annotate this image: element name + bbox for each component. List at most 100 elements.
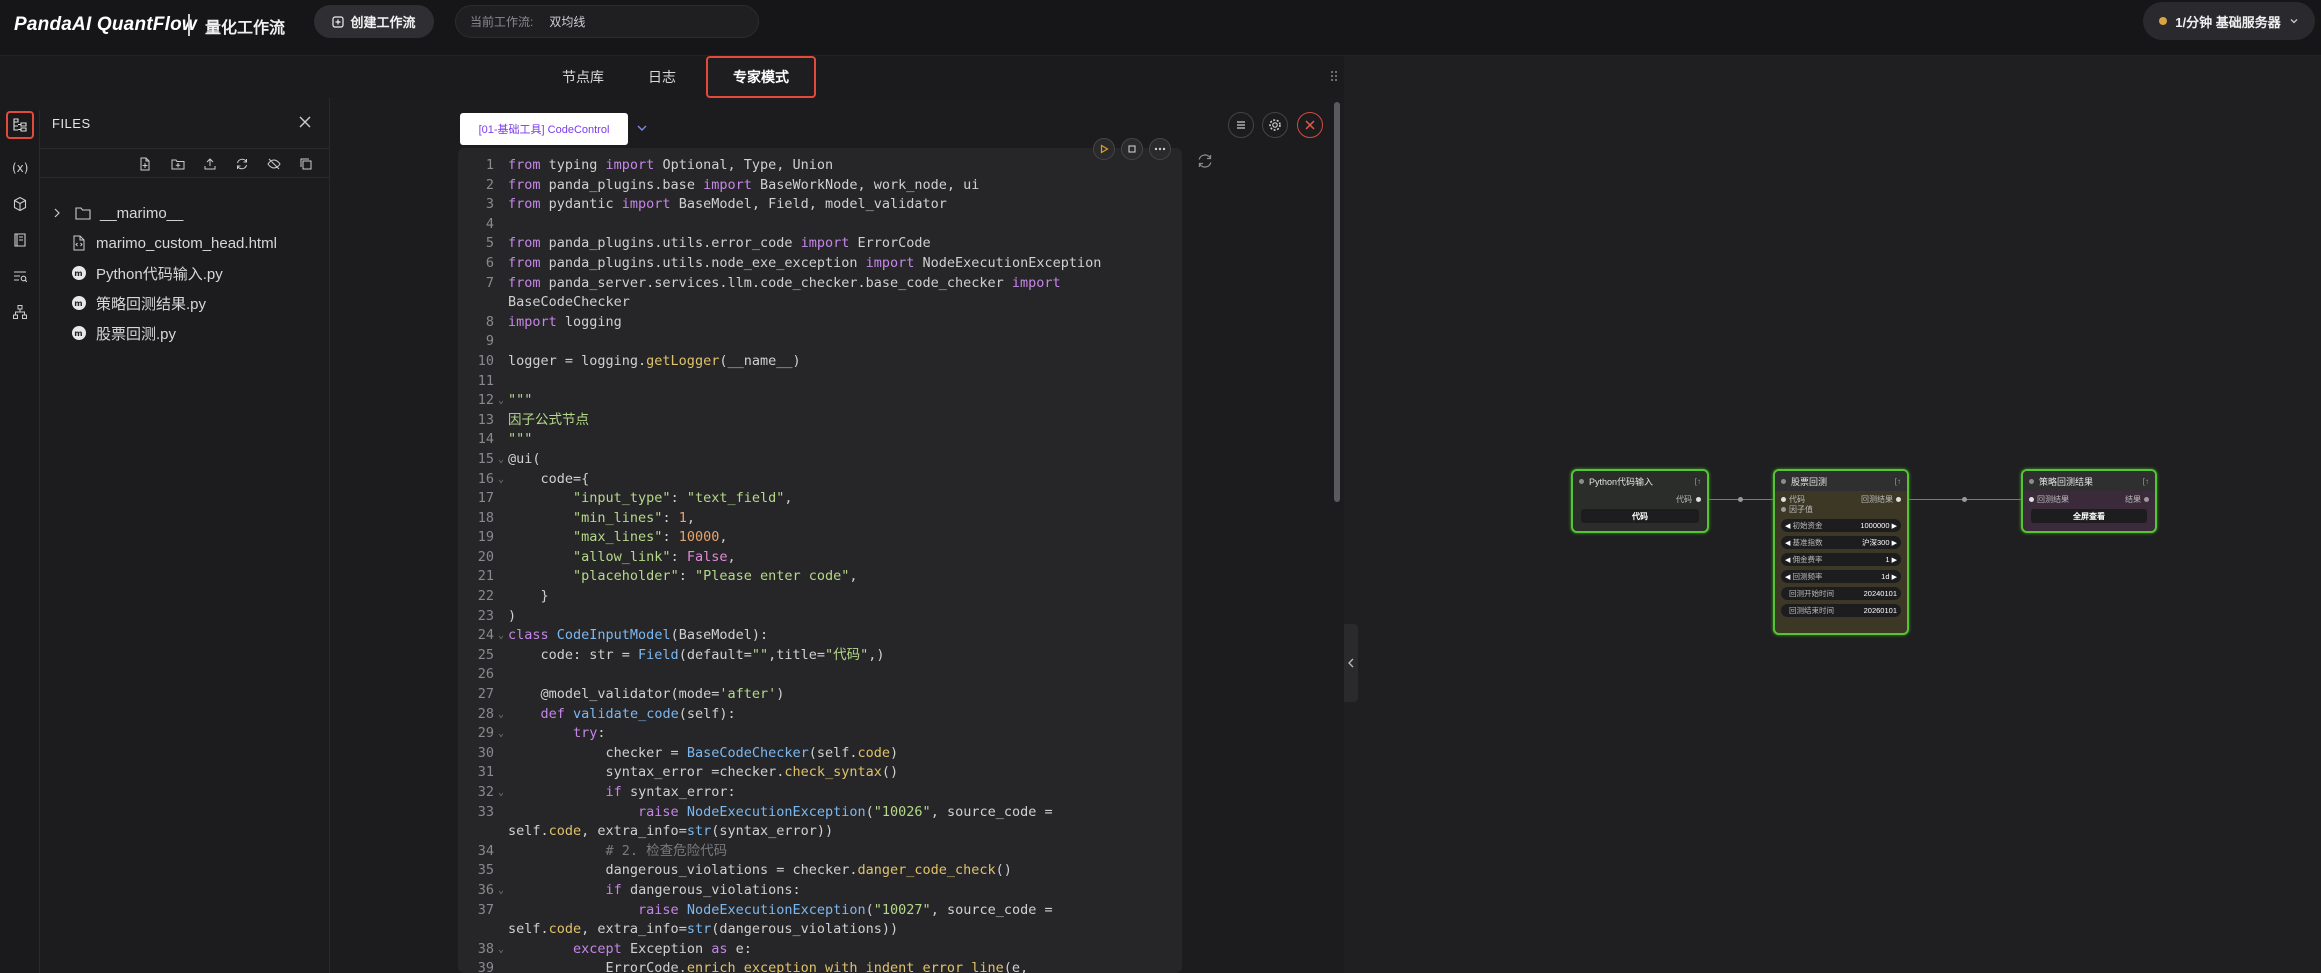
- param-initial-capital[interactable]: ◀ 初始资金 1000000 ▶: [1781, 519, 1901, 532]
- code-line[interactable]: 12 ⌄ """: [458, 391, 1182, 411]
- code-line[interactable]: 22 }: [458, 587, 1182, 607]
- port-dot[interactable]: [2029, 496, 2034, 502]
- code-line[interactable]: 30 checker = BaseCodeChecker(self.code): [458, 744, 1182, 764]
- package-icon[interactable]: [6, 190, 34, 218]
- list-item[interactable]: m 股票回测.py: [70, 319, 360, 347]
- code-line[interactable]: 21 "placeholder": "Please enter code",: [458, 567, 1182, 587]
- expand-icon[interactable]: [↑: [1695, 477, 1701, 486]
- code-line[interactable]: 32 ⌄ if syntax_error:: [458, 783, 1182, 803]
- param-benchmark[interactable]: ◀ 基准指数 沪深300 ▶: [1781, 536, 1901, 549]
- fold-chevron-icon[interactable]: ⌄: [494, 626, 508, 646]
- expand-icon[interactable]: [↑: [2143, 477, 2149, 486]
- fold-chevron-icon[interactable]: ⌄: [494, 450, 508, 470]
- port-dot[interactable]: [2144, 496, 2149, 502]
- code-line[interactable]: 29 ⌄ try:: [458, 724, 1182, 744]
- code-button[interactable]: 代码: [1581, 509, 1699, 523]
- node-header[interactable]: 股票回测 [↑: [1775, 471, 1907, 491]
- code-line[interactable]: 9: [458, 332, 1182, 352]
- code-line[interactable]: 8 import logging: [458, 313, 1182, 333]
- run-icon[interactable]: [1093, 138, 1115, 160]
- code-line[interactable]: 11: [458, 372, 1182, 392]
- code-line[interactable]: 24 ⌄ class CodeInputModel(BaseModel):: [458, 626, 1182, 646]
- port-dot[interactable]: [1781, 507, 1786, 512]
- param-end-date[interactable]: 回测结束时间 20260101: [1781, 604, 1901, 617]
- close-icon[interactable]: [299, 112, 311, 133]
- current-workflow-field[interactable]: 当前工作流: 双均线: [455, 5, 759, 38]
- arrow-left-icon[interactable]: ◀: [1785, 573, 1790, 581]
- code-line[interactable]: 7 from panda_server.services.llm.code_che…: [458, 274, 1182, 313]
- new-folder-icon[interactable]: [168, 154, 188, 174]
- code-line[interactable]: 27 @model_validator(mode='after'): [458, 685, 1182, 705]
- code-line[interactable]: 2 from panda_plugins.base import BaseWork…: [458, 176, 1182, 196]
- tab-node-library[interactable]: 节点库: [562, 67, 604, 87]
- code-line[interactable]: 38 ⌄ except Exception as e:: [458, 940, 1182, 960]
- server-selector[interactable]: 1/分钟 基础服务器: [2143, 2, 2315, 40]
- code-line[interactable]: 1 from typing import Optional, Type, Unio…: [458, 156, 1182, 176]
- param-start-date[interactable]: 回测开始时间 20240101: [1781, 587, 1901, 600]
- arrow-right-icon[interactable]: ▶: [1892, 522, 1897, 530]
- list-item[interactable]: m 策略回测结果.py: [70, 289, 360, 317]
- fullscreen-view-button[interactable]: 全屏查看: [2031, 509, 2147, 523]
- copy-icon[interactable]: [296, 154, 316, 174]
- variables-icon[interactable]: (x): [6, 154, 34, 182]
- output-port[interactable]: 代码: [1573, 491, 1707, 507]
- tab-expert-mode[interactable]: 专家模式: [706, 56, 816, 98]
- code-line[interactable]: 26: [458, 665, 1182, 685]
- list-item[interactable]: marimo_custom_head.html: [70, 229, 360, 257]
- code-line[interactable]: 17 "input_type": "text_field",: [458, 489, 1182, 509]
- fold-chevron-icon[interactable]: ⌄: [494, 705, 508, 725]
- factor-port[interactable]: 因子值: [1775, 504, 1907, 515]
- code-line[interactable]: 36 ⌄ if dangerous_violations:: [458, 881, 1182, 901]
- arrow-left-icon[interactable]: ◀: [1785, 539, 1790, 547]
- expand-icon[interactable]: [↑: [1895, 477, 1901, 486]
- code-line[interactable]: 28 ⌄ def validate_code(self):: [458, 705, 1182, 725]
- file-explorer-icon[interactable]: [6, 111, 34, 139]
- arrow-right-icon[interactable]: ▶: [1892, 556, 1897, 564]
- list-item[interactable]: m Python代码输入.py: [70, 259, 360, 287]
- node-header[interactable]: Python代码输入 [↑: [1573, 471, 1707, 491]
- tab-logs[interactable]: 日志: [648, 67, 676, 87]
- arrow-right-icon[interactable]: ▶: [1892, 539, 1897, 547]
- code-line[interactable]: 31 syntax_error =checker.check_syntax(): [458, 763, 1182, 783]
- close-icon[interactable]: [1297, 112, 1323, 138]
- code-line[interactable]: 33 raise NodeExecutionException("10026",…: [458, 803, 1182, 842]
- code-line[interactable]: 10 logger = logging.getLogger(__name__): [458, 352, 1182, 372]
- scrollbar[interactable]: [1334, 102, 1340, 502]
- code-line[interactable]: 16 ⌄ code={: [458, 470, 1182, 490]
- port-dot[interactable]: [1896, 496, 1901, 502]
- code-line[interactable]: 23): [458, 607, 1182, 627]
- code-lines[interactable]: 1 from typing import Optional, Type, Unio…: [458, 156, 1182, 973]
- chevron-left-icon[interactable]: [1344, 624, 1358, 702]
- code-line[interactable]: 35 dangerous_violations = checker.danger…: [458, 861, 1182, 881]
- new-file-icon[interactable]: [135, 154, 155, 174]
- chevron-down-icon[interactable]: [636, 120, 648, 138]
- arrow-right-icon[interactable]: ▶: [1892, 573, 1897, 581]
- fold-chevron-icon[interactable]: ⌄: [494, 391, 508, 411]
- code-line[interactable]: 15 ⌄ @ui(: [458, 450, 1182, 470]
- code-line[interactable]: 34 # 2. 检查危险代码: [458, 842, 1182, 862]
- code-cell-tab[interactable]: [01-基础工具] CodeControl: [460, 113, 628, 145]
- code-line[interactable]: 3 from pydantic import BaseModel, Field, …: [458, 195, 1182, 215]
- refresh-icon[interactable]: [1196, 152, 1214, 175]
- fold-chevron-icon[interactable]: ⌄: [494, 783, 508, 803]
- fold-chevron-icon[interactable]: ⌄: [494, 940, 508, 960]
- code-line[interactable]: 19 "max_lines": 10000,: [458, 528, 1182, 548]
- stop-icon[interactable]: [1121, 138, 1143, 160]
- code-line[interactable]: 5 from panda_plugins.utils.error_code imp…: [458, 234, 1182, 254]
- node-python-input[interactable]: Python代码输入 [↑ 代码 代码: [1571, 469, 1709, 533]
- code-line[interactable]: 25 code: str = Field(default="",title="代…: [458, 646, 1182, 666]
- code-line[interactable]: 39 ErrorCode.enrich_exception_with_inden…: [458, 959, 1182, 973]
- hide-icon[interactable]: [264, 154, 284, 174]
- menu-icon[interactable]: [1228, 112, 1254, 138]
- dependency-graph-icon[interactable]: [6, 298, 34, 326]
- code-line[interactable]: 4: [458, 215, 1182, 235]
- search-list-icon[interactable]: [6, 262, 34, 290]
- node-header[interactable]: 策略回测结果 [↑: [2023, 471, 2155, 491]
- fold-chevron-icon[interactable]: ⌄: [494, 881, 508, 901]
- param-commission[interactable]: ◀ 佣金费率 1 ▶: [1781, 553, 1901, 566]
- fold-chevron-icon[interactable]: ⌄: [494, 470, 508, 490]
- more-icon[interactable]: [1149, 138, 1171, 160]
- code-line[interactable]: 13 因子公式节点: [458, 411, 1182, 431]
- port-dot[interactable]: [1781, 496, 1786, 502]
- code-editor[interactable]: 1 from typing import Optional, Type, Unio…: [458, 148, 1182, 973]
